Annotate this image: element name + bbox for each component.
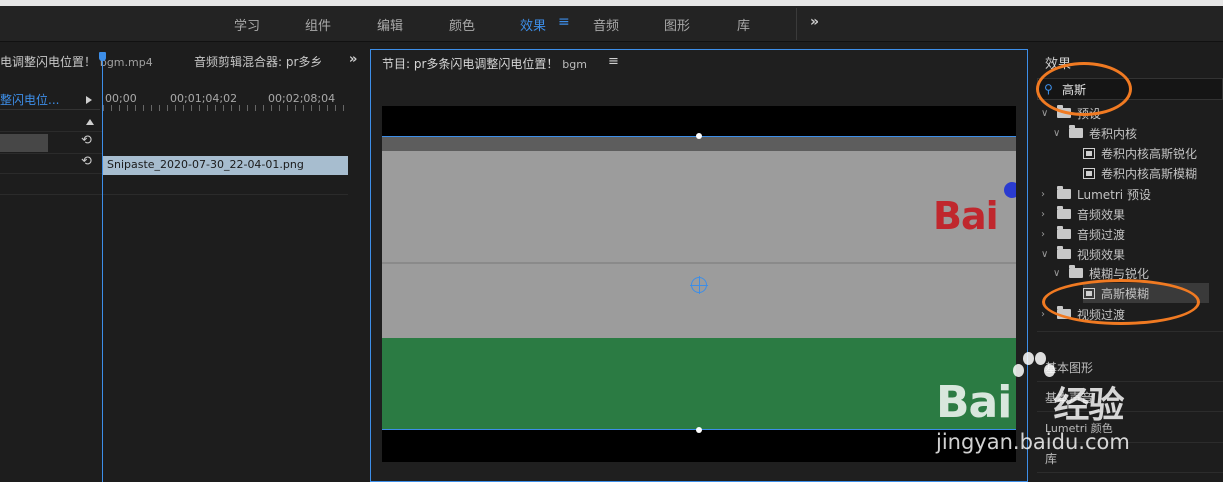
tree-label: Lumetri 预设 <box>1077 187 1151 202</box>
panel-essential-sound[interactable]: 基本声音 <box>1045 389 1093 406</box>
folder-icon <box>1057 206 1071 219</box>
effect-preset-icon <box>1083 167 1095 179</box>
workspace-tab-editing[interactable]: 编辑 <box>377 15 403 34</box>
tree-item-kernel-gaussian-blur[interactable]: 卷积内核高斯模糊 <box>1083 163 1197 183</box>
timecode-start: 00;00 <box>105 92 137 105</box>
tree-label: 音频过渡 <box>1077 227 1126 242</box>
tree-label: 卷积内核高斯锐化 <box>1101 146 1198 161</box>
program-monitor-title-sub: bgm <box>562 58 587 71</box>
timeline-ruler[interactable]: 00;00 00;01;04;02 00;02;08;04 <box>103 89 348 111</box>
tree-label: 卷积内核高斯模糊 <box>1101 166 1198 181</box>
effect-preset-icon <box>1083 147 1095 159</box>
chevron-down-icon[interactable]: ∨ <box>1053 128 1063 139</box>
tree-label: 视频效果 <box>1077 247 1126 262</box>
chevron-down-icon[interactable]: ∨ <box>1041 108 1051 119</box>
program-monitor-title-label: 节目: pr多条闪电调整闪电位置！ <box>382 57 559 71</box>
annotation-ellipse-search <box>1036 62 1132 116</box>
hamburger-icon[interactable]: ≡ <box>608 54 619 69</box>
ruler-ticks <box>103 105 348 111</box>
chevron-right-icon[interactable]: › <box>1041 229 1051 240</box>
row-divider <box>0 194 348 195</box>
chevron-down-icon[interactable]: ∨ <box>1041 249 1051 260</box>
divider <box>1037 381 1223 382</box>
tree-item-convolution-kernel[interactable]: ∨ 卷积内核 <box>1053 123 1137 143</box>
anchor-point-icon[interactable] <box>690 276 708 294</box>
tree-item-audio-effects[interactable]: › 音频效果 <box>1041 204 1125 224</box>
property-value-field[interactable] <box>0 134 48 152</box>
hamburger-icon[interactable]: ≡ <box>558 14 570 30</box>
collapse-triangle-icon[interactable] <box>86 119 94 125</box>
playhead-handle[interactable] <box>99 52 106 61</box>
timeline-clip[interactable]: Snipaste_2020-07-30_22-04-01.png <box>103 156 348 175</box>
tree-label: 音频效果 <box>1077 207 1126 222</box>
tab-audio-clip-mixer[interactable]: 音频剪辑混合器: pr多乡 <box>194 53 322 70</box>
annotation-ellipse-gaussian-blur <box>1042 279 1200 325</box>
panel-lumetri-color[interactable]: Lumetri 颜色 <box>1045 420 1113 436</box>
timecode-mid: 00;01;04;02 <box>170 92 238 105</box>
tree-item-lumetri-presets[interactable]: › Lumetri 预设 <box>1041 184 1151 204</box>
panel-more-icon[interactable]: » <box>349 52 357 67</box>
tab-effect-controls[interactable]: 电调整闪电位置！ bgm.mp4 <box>0 53 153 70</box>
tab-effect-controls-label: 电调整闪电位置！ <box>0 55 97 69</box>
folder-icon <box>1069 125 1083 138</box>
folder-icon <box>1057 226 1071 239</box>
row-divider <box>0 131 102 132</box>
workspace-tab-learn[interactable]: 学习 <box>234 15 260 34</box>
reset-icon[interactable]: ⟲ <box>81 133 92 148</box>
folder-icon <box>1057 246 1071 259</box>
reset-icon[interactable]: ⟲ <box>81 154 92 169</box>
workspace-separator <box>796 8 797 40</box>
workspace-tab-graphics[interactable]: 图形 <box>664 15 690 34</box>
transform-handle-bottom[interactable] <box>696 427 702 433</box>
tree-label: 卷积内核 <box>1089 126 1138 141</box>
divider <box>1037 411 1223 412</box>
tree-item-video-effects[interactable]: ∨ 视频效果 <box>1041 244 1125 264</box>
effect-controls-panel: 电调整闪电位置！ bgm.mp4 音频剪辑混合器: pr多乡 » 整闪电位...… <box>0 43 367 482</box>
divider <box>1037 331 1223 332</box>
workspace-tab-effects[interactable]: 效果 <box>520 15 546 34</box>
tree-item-kernel-gaussian-sharpen[interactable]: 卷积内核高斯锐化 <box>1083 143 1197 163</box>
folder-icon <box>1057 186 1071 199</box>
workspace-more-icon[interactable]: » <box>810 14 819 30</box>
panel-libraries[interactable]: 库 <box>1045 450 1057 467</box>
video-viewer[interactable]: Bai <box>382 106 1016 462</box>
divider <box>0 109 100 110</box>
transform-handle-top[interactable] <box>696 133 702 139</box>
workspace-tab-assembly[interactable]: 组件 <box>305 15 331 34</box>
chevron-down-icon[interactable]: ∨ <box>1053 268 1063 279</box>
divider <box>1037 442 1223 443</box>
program-monitor: 节目: pr多条闪电调整闪电位置！ bgm ≡ Bai <box>370 49 1028 482</box>
tab-effect-controls-sub: bgm.mp4 <box>99 56 153 69</box>
play-triangle-icon[interactable] <box>86 96 92 104</box>
program-monitor-title[interactable]: 节目: pr多条闪电调整闪电位置！ bgm <box>382 55 587 72</box>
divider <box>1037 472 1223 473</box>
workspace-tab-audio[interactable]: 音频 <box>593 15 619 34</box>
chevron-right-icon[interactable]: › <box>1041 209 1051 220</box>
chevron-right-icon[interactable]: › <box>1041 189 1051 200</box>
tree-item-audio-transitions[interactable]: › 音频过渡 <box>1041 224 1125 244</box>
panel-essential-graphics[interactable]: 基本图形 <box>1045 359 1093 376</box>
playhead-line[interactable] <box>102 53 103 482</box>
workspace-tab-color[interactable]: 颜色 <box>449 15 475 34</box>
workspace-bar: 学习 组件 编辑 颜色 效果 ≡ 音频 图形 库 » <box>0 6 1223 42</box>
timecode-end: 00;02;08;04 <box>268 92 336 105</box>
row-divider <box>0 173 102 174</box>
workspace-tab-libraries[interactable]: 库 <box>737 15 750 34</box>
folder-icon <box>1069 265 1083 278</box>
track-label[interactable]: 整闪电位... <box>0 91 85 107</box>
